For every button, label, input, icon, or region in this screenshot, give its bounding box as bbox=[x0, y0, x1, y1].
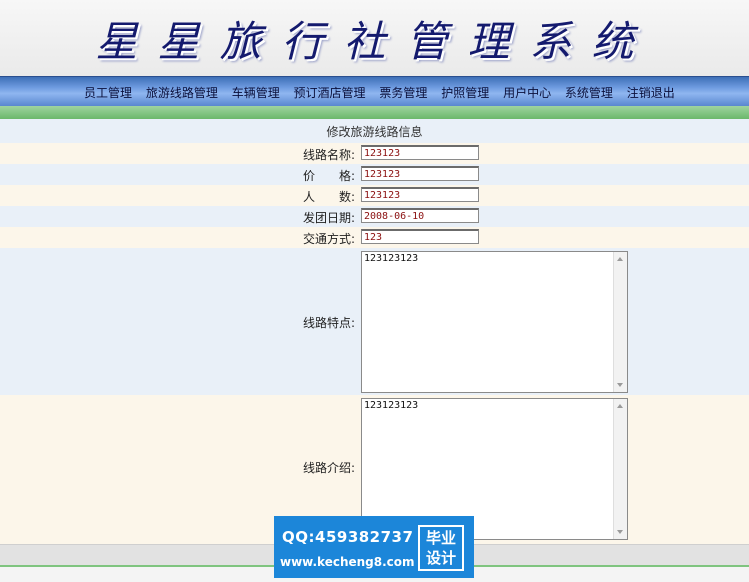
scroll-up-arrow-icon[interactable] bbox=[617, 257, 623, 261]
nav-list: 员工管理 旅游线路管理 车辆管理 预订酒店管理 票务管理 护照管理 用户中心 系… bbox=[84, 84, 685, 101]
transport-input[interactable]: 123 bbox=[361, 229, 479, 244]
form-row-features: 线路特点: 123123123 bbox=[0, 248, 749, 395]
form-row-price: 价 格: 123123 bbox=[0, 164, 749, 185]
nav-item-logout[interactable]: 注销退出 bbox=[627, 84, 675, 101]
form-row-traffic: 交通方式: 123 bbox=[0, 227, 749, 248]
watermark-url: www.kecheng8.com bbox=[280, 555, 415, 569]
edit-route-form: 修改旅游线路信息 线路名称: 123123 价 格: 123123 人 数: 1… bbox=[0, 119, 749, 550]
people-count-label: 人 数: bbox=[302, 190, 355, 204]
price-label: 价 格: bbox=[302, 169, 355, 183]
departure-date-input[interactable]: 2008-06-10 bbox=[361, 208, 479, 223]
form-row-name: 线路名称: 123123 bbox=[0, 143, 749, 164]
watermark-badge-line2: 设计 bbox=[425, 549, 456, 567]
watermark-overlay: QQ:459382737 www.kecheng8.com 毕业 设计 bbox=[274, 516, 474, 578]
watermark-badge-line1: 毕业 bbox=[425, 529, 456, 547]
watermark-badge: 毕业 设计 bbox=[418, 525, 464, 571]
nav-item-tickets[interactable]: 票务管理 bbox=[379, 84, 427, 101]
scroll-down-arrow-icon[interactable] bbox=[617, 530, 623, 534]
route-intro-label: 线路介绍: bbox=[302, 461, 355, 475]
scroll-up-arrow-icon[interactable] bbox=[617, 404, 623, 408]
nav-item-system[interactable]: 系统管理 bbox=[565, 84, 613, 101]
route-name-input[interactable]: 123123 bbox=[361, 145, 479, 160]
form-row-people: 人 数: 123123 bbox=[0, 185, 749, 206]
route-features-textarea[interactable]: 123123123 bbox=[361, 251, 628, 393]
watermark-qq: QQ:459382737 bbox=[282, 528, 414, 546]
nav-item-employee[interactable]: 员工管理 bbox=[84, 84, 132, 101]
route-features-label: 线路特点: bbox=[302, 316, 355, 330]
scroll-down-arrow-icon[interactable] bbox=[617, 383, 623, 387]
departure-date-label: 发团日期: bbox=[302, 211, 355, 225]
app-title: 星星旅行社管理系统 bbox=[95, 17, 654, 66]
form-title: 修改旅游线路信息 bbox=[0, 119, 749, 143]
people-count-input[interactable]: 123123 bbox=[361, 187, 479, 202]
nav-item-hotel[interactable]: 预订酒店管理 bbox=[294, 84, 366, 101]
nav-item-routes[interactable]: 旅游线路管理 bbox=[146, 84, 218, 101]
transport-label: 交通方式: bbox=[302, 232, 355, 246]
header: 星星旅行社管理系统 bbox=[0, 0, 749, 76]
route-features-text: 123123123 bbox=[364, 253, 419, 264]
nav-item-vehicles[interactable]: 车辆管理 bbox=[232, 84, 280, 101]
route-intro-text: 123123123 bbox=[364, 400, 419, 411]
nav-item-user-center[interactable]: 用户中心 bbox=[503, 84, 551, 101]
intro-scrollbar[interactable] bbox=[613, 399, 627, 539]
main-navbar: 员工管理 旅游线路管理 车辆管理 预订酒店管理 票务管理 护照管理 用户中心 系… bbox=[0, 76, 749, 107]
price-input[interactable]: 123123 bbox=[361, 166, 479, 181]
divider-bar bbox=[0, 106, 749, 119]
nav-item-passport[interactable]: 护照管理 bbox=[441, 84, 489, 101]
features-scrollbar[interactable] bbox=[613, 252, 627, 392]
route-name-label: 线路名称: bbox=[302, 148, 355, 162]
form-row-date: 发团日期: 2008-06-10 bbox=[0, 206, 749, 227]
